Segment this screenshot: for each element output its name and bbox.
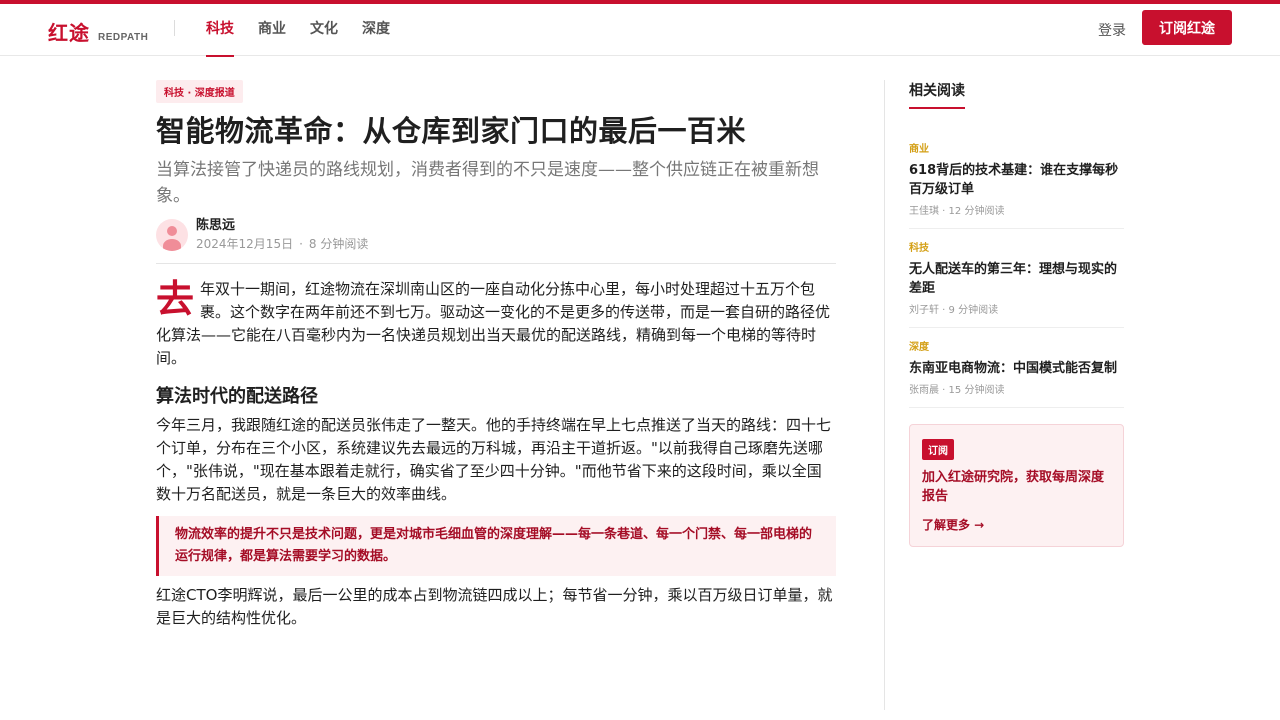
sidebar: 相关阅读 商业 618背后的技术基建：谁在支撑每秒百万级订单 王佳琪 · 12 …	[909, 80, 1124, 547]
article-divider	[156, 263, 836, 264]
intro-text: 年双十一期间，红途物流在深圳南山区的一座自动化分拣中心里，每小时处理超过十五万个…	[156, 280, 831, 367]
main-nav: 科技 商业 文化 深度	[206, 4, 414, 57]
related-list: 商业 618背后的技术基建：谁在支撑每秒百万级订单 王佳琪 · 12 分钟阅读 …	[909, 143, 1124, 408]
related-item-category: 科技	[909, 243, 929, 254]
article-meta: 2024年12月15日 · 8 分钟阅读	[196, 235, 368, 253]
logo-english: REDPATH	[98, 32, 149, 43]
section-heading: 算法时代的配送路径	[156, 386, 318, 407]
related-item-headline[interactable]: 无人配送车的第三年：理想与现实的差距	[909, 260, 1124, 298]
related-reading-title: 相关阅读	[909, 80, 965, 109]
article-category-badge[interactable]: 科技 · 深度报道	[156, 80, 243, 103]
related-item-meta: 张雨晨 · 15 分钟阅读	[909, 385, 1005, 396]
closing-paragraph: 红途CTO李明辉说，最后一公里的成本占到物流链四成以上；每节省一分钟，乘以百万级…	[156, 586, 833, 627]
related-item-category: 商业	[909, 144, 929, 155]
related-item[interactable]: 深度 东南亚电商物流：中国模式能否复制 张雨晨 · 15 分钟阅读	[909, 341, 1124, 408]
nav-item-depth[interactable]: 深度	[362, 4, 390, 56]
avatar-body-shape	[163, 239, 181, 251]
nav-item-business[interactable]: 商业	[258, 4, 286, 56]
logo-divider	[174, 20, 175, 36]
site-logo[interactable]: 红途 REDPATH	[48, 17, 148, 46]
publish-date: 2024年12月15日	[196, 237, 294, 251]
related-item-headline[interactable]: 东南亚电商物流：中国模式能否复制	[909, 359, 1124, 378]
login-link[interactable]: 登录	[1098, 20, 1126, 40]
logo-chinese: 红途	[48, 21, 90, 45]
related-item-meta: 王佳琪 · 12 分钟阅读	[909, 206, 1005, 217]
sidebar-divider	[884, 80, 885, 710]
learn-more-link[interactable]: 了解更多 →	[922, 516, 984, 533]
meta-separator: ·	[299, 237, 303, 251]
article: 科技 · 深度报道 智能物流革命：从仓库到家门口的最后一百米 当算法接管了快递员…	[156, 80, 836, 630]
byline-text: 陈思远 2024年12月15日 · 8 分钟阅读	[196, 217, 368, 253]
read-time: 8 分钟阅读	[308, 237, 369, 251]
article-title: 智能物流革命：从仓库到家门口的最后一百米	[156, 114, 747, 148]
avatar-head-shape	[167, 226, 177, 236]
drop-cap: 去	[156, 277, 195, 321]
intro-paragraph: 去年双十一期间，红途物流在深圳南山区的一座自动化分拣中心里，每小时处理超过十五万…	[156, 278, 836, 370]
related-item-headline[interactable]: 618背后的技术基建：谁在支撑每秒百万级订单	[909, 161, 1124, 199]
promo-text: 加入红途研究院，获取每周深度报告	[922, 470, 1105, 504]
nav-item-culture[interactable]: 文化	[310, 4, 338, 56]
nav-item-tech[interactable]: 科技	[206, 4, 234, 57]
section-paragraph: 今年三月，我跟随红途的配送员张伟走了一整天。他的手持终端在早上七点推送了当天的路…	[156, 416, 832, 503]
related-item[interactable]: 科技 无人配送车的第三年：理想与现实的差距 刘子轩 · 9 分钟阅读	[909, 242, 1124, 328]
pull-quote: 物流效率的提升不只是技术问题，更是对城市毛细血管的深度理解——每一条巷道、每一个…	[156, 516, 836, 576]
subscribe-button[interactable]: 订阅红途	[1142, 10, 1232, 45]
related-item-category: 深度	[909, 342, 929, 353]
author-avatar[interactable]	[156, 219, 188, 251]
author-name[interactable]: 陈思远	[196, 217, 368, 235]
byline: 陈思远 2024年12月15日 · 8 分钟阅读	[156, 217, 836, 253]
article-subtitle: 当算法接管了快递员的路线规划，消费者得到的不只是速度——整个供应链正在被重新想象…	[156, 160, 819, 206]
subscription-promo: 订阅 加入红途研究院，获取每周深度报告 了解更多 →	[909, 424, 1124, 547]
related-item[interactable]: 商业 618背后的技术基建：谁在支撑每秒百万级订单 王佳琪 · 12 分钟阅读	[909, 143, 1124, 229]
promo-tag: 订阅	[922, 439, 954, 460]
site-header: 红途 REDPATH 科技 商业 文化 深度 登录 订阅红途	[0, 4, 1280, 57]
related-item-meta: 刘子轩 · 9 分钟阅读	[909, 305, 999, 316]
